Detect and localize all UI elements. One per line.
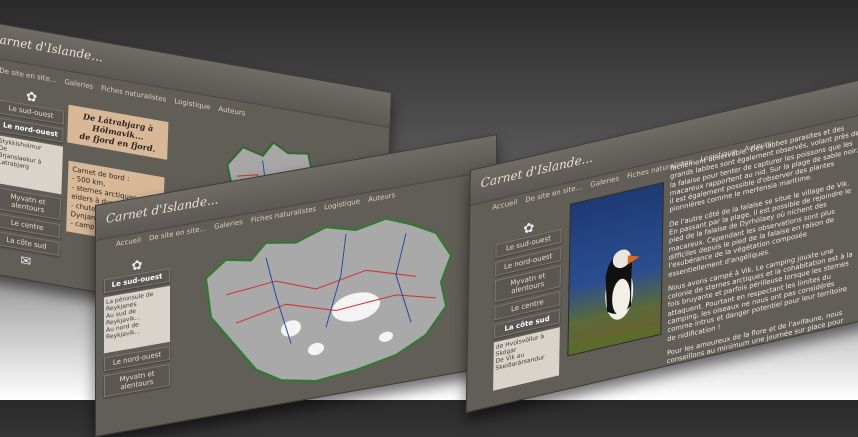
- sub-list[interactable]: de Hvolsvöllur à Skógar De Vik au Skeiða…: [493, 327, 560, 391]
- stage: Carnet d'Islande... De site en site... G…: [0, 0, 858, 437]
- puffin-icon: [568, 249, 661, 356]
- sidebar: ✿ Le sud-ouest Le nord-ouest Stykkisholm…: [0, 84, 65, 275]
- nav-item[interactable]: Accueil: [492, 198, 517, 212]
- nav-item[interactable]: Galeries: [64, 78, 93, 91]
- heading-box: De Látrabjarg à Hólmavik... de fjord en …: [67, 104, 169, 160]
- nav-item[interactable]: Galeries: [214, 218, 243, 231]
- sidebar: ✿ Le sud-ouest La péninsule de Reykjanes…: [104, 253, 170, 402]
- sub-list[interactable]: La péninsule de Reykjanes Au sud de Reyk…: [104, 285, 170, 354]
- nav-item[interactable]: Auteurs: [218, 105, 246, 118]
- nav-item[interactable]: Fiches naturalistes: [101, 84, 166, 103]
- nav-item[interactable]: De site en site...: [0, 66, 57, 84]
- nav-item[interactable]: Accueil: [116, 236, 141, 248]
- sidebar: ✿ Le sud-ouest Le nord-ouest Myvatn et a…: [493, 214, 562, 395]
- sub-list[interactable]: Stykkisholmur De Brjanslaekur à Latrabja…: [0, 135, 64, 195]
- article-text: facilement observable. Des labbes parasi…: [667, 121, 858, 381]
- nav-item[interactable]: Auteurs: [368, 191, 395, 204]
- puffin-photo: [567, 182, 664, 357]
- site-title: Carnet d'Islande...: [0, 30, 103, 65]
- panel-front: Carnet d'Islande... Accueil De site en s…: [465, 76, 858, 414]
- nav-item[interactable]: Logistique: [174, 97, 210, 111]
